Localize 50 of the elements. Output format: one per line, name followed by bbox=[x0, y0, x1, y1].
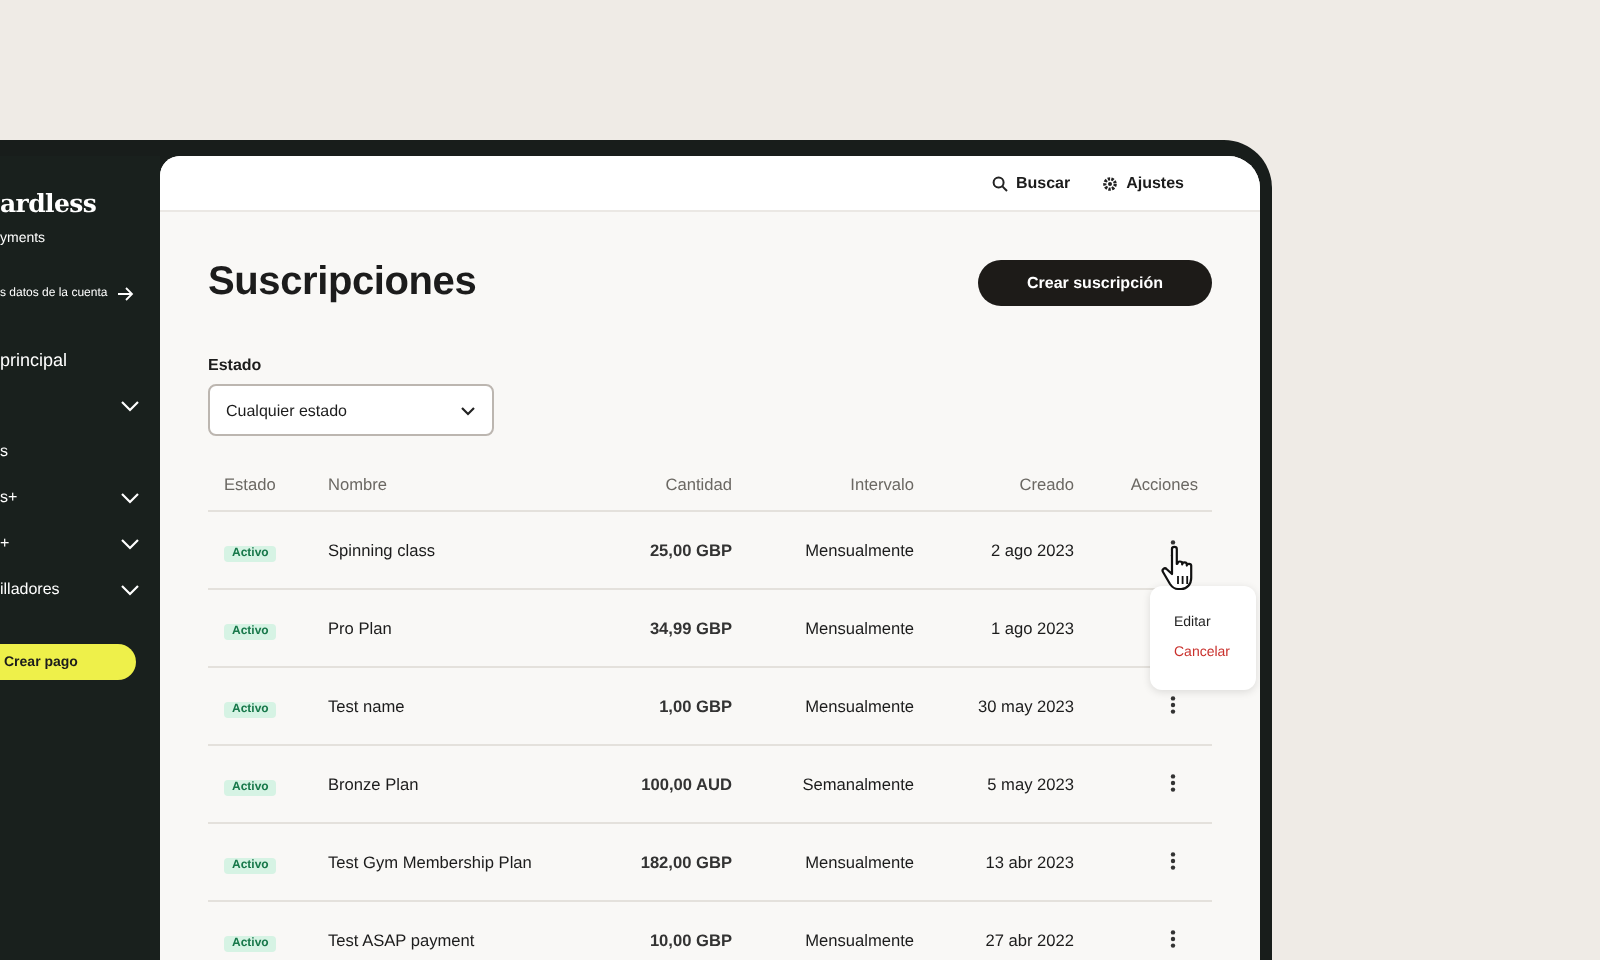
table-cell-text: Mensualmente bbox=[803, 930, 914, 950]
table-cell-text: Test ASAP payment bbox=[328, 930, 477, 950]
table-cell-text: 27 abr 2022 bbox=[983, 930, 1074, 950]
table-cell-text: 5 may 2023 bbox=[985, 774, 1074, 794]
column-header: Acciones bbox=[1128, 473, 1200, 493]
nav-item[interactable]: + bbox=[0, 520, 160, 566]
table-cell-text: Bronze Plan bbox=[328, 774, 421, 794]
arrow-icon bbox=[117, 286, 134, 302]
table-cell-text: 1 ago 2023 bbox=[988, 618, 1074, 638]
column-header: Intervalo bbox=[848, 473, 914, 493]
nav-item[interactable]: s bbox=[0, 428, 160, 474]
gear-icon bbox=[1102, 175, 1119, 191]
more-icon[interactable] bbox=[1170, 929, 1176, 947]
more-icon[interactable] bbox=[1170, 851, 1176, 869]
nav-item[interactable]: illadores bbox=[0, 566, 160, 612]
table-cell-text: Pro Plan bbox=[328, 618, 394, 638]
column-header: Estado bbox=[222, 473, 278, 493]
search-link[interactable]: Buscar bbox=[991, 174, 1071, 192]
table-cell-text: 1,00 GBP bbox=[657, 696, 732, 716]
table-cell-text: Mensualmente bbox=[803, 618, 914, 638]
table-cell-text: 25,00 GBP bbox=[647, 540, 732, 560]
status-select[interactable]: Cualquier estado bbox=[208, 384, 494, 436]
table-cell-text: Semanalmente bbox=[800, 774, 914, 794]
table-cell-text: Mensualmente bbox=[803, 852, 914, 872]
more-icon[interactable] bbox=[1170, 773, 1176, 791]
table-cell-text: 13 abr 2023 bbox=[983, 852, 1074, 872]
nav-item[interactable]: s+ bbox=[0, 474, 160, 520]
page-title: Suscripciones bbox=[208, 260, 477, 306]
table-cell-text: Mensualmente bbox=[803, 540, 914, 560]
table-cell-text: 2 ago 2023 bbox=[988, 540, 1074, 560]
search-icon bbox=[991, 175, 1008, 191]
filter-label: Estado bbox=[208, 356, 264, 374]
table-cell-text: Spinning class bbox=[328, 540, 438, 560]
column-header: Cantidad bbox=[663, 473, 732, 493]
table-cell-text: 34,99 GBP bbox=[647, 618, 732, 638]
create-subscription-button[interactable]: Crear suscripción bbox=[978, 260, 1212, 306]
table-cell-text: Mensualmente bbox=[803, 696, 914, 716]
table-cell-text: 10,00 GBP bbox=[647, 930, 732, 950]
more-icon[interactable] bbox=[1170, 695, 1176, 713]
nav-heading: principal bbox=[0, 350, 70, 374]
table-cell-text: 100,00 AUD bbox=[639, 774, 732, 794]
column-header: Creado bbox=[1017, 473, 1074, 493]
settings-link[interactable]: Ajustes bbox=[1102, 174, 1184, 192]
column-header: Nombre bbox=[328, 473, 390, 493]
table-cell-text: Test Gym Membership Plan bbox=[328, 852, 534, 872]
table-cell-text: 30 may 2023 bbox=[976, 696, 1074, 716]
table-cell-text: 182,00 GBP bbox=[638, 852, 732, 872]
table-cell-text: Test name bbox=[328, 696, 407, 716]
logo: ardless bbox=[0, 188, 99, 220]
chevron-icon bbox=[460, 405, 476, 415]
